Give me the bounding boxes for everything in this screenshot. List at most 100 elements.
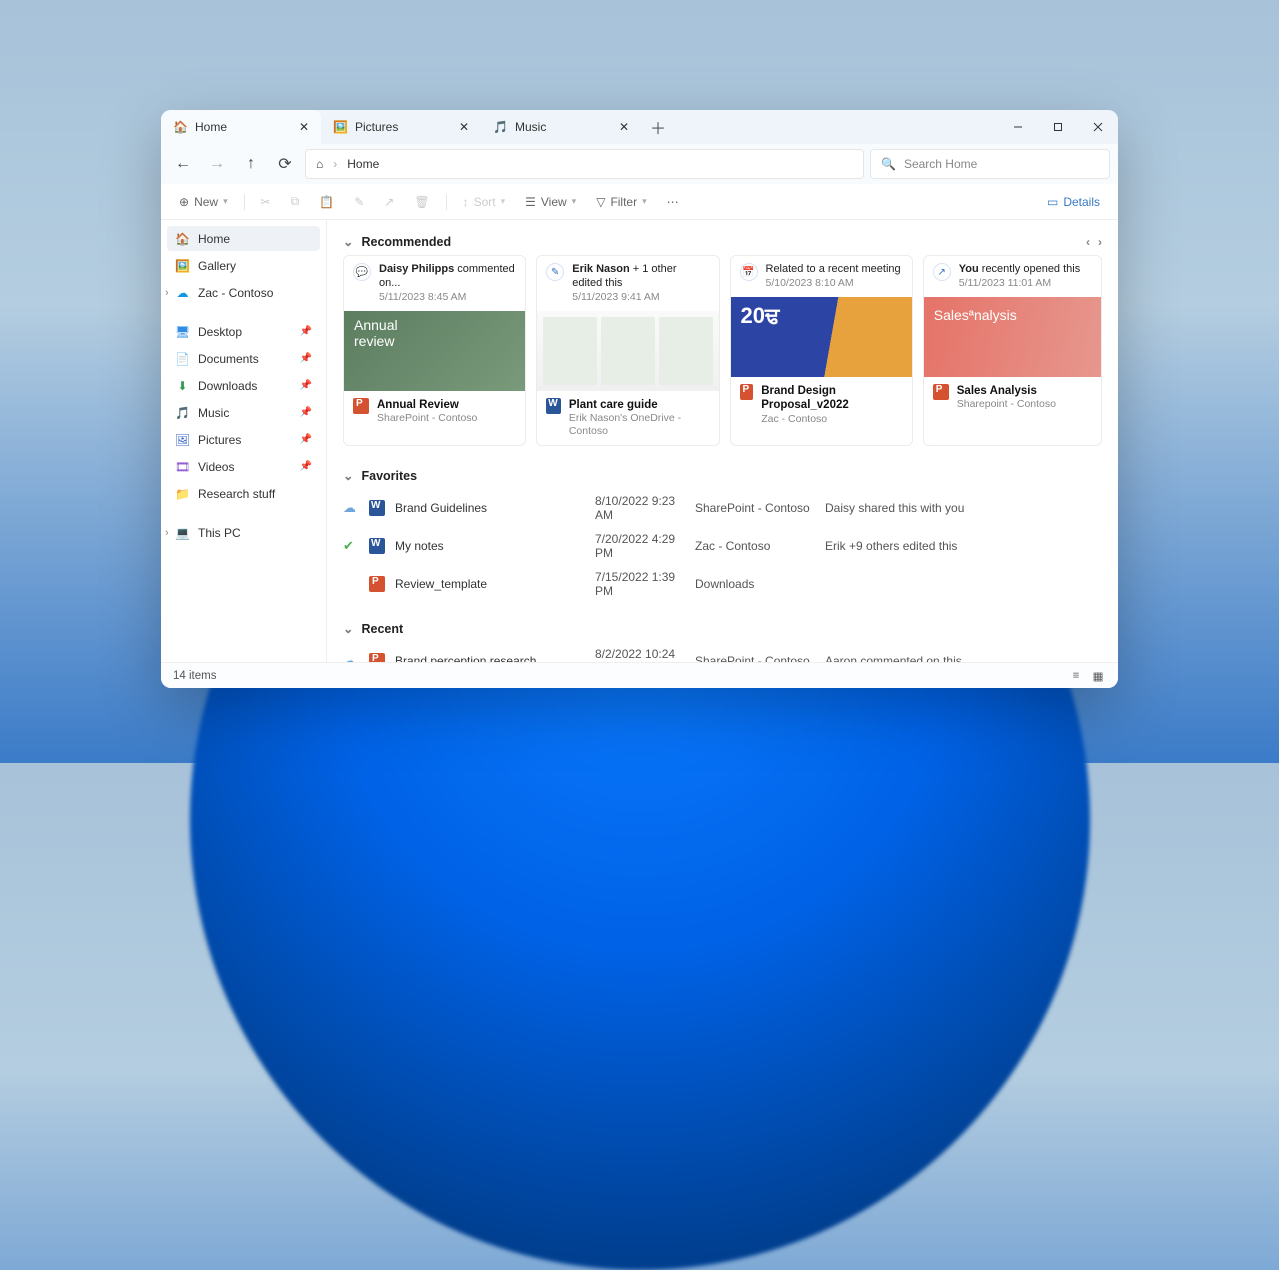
sort-button[interactable]: ↕ Sort ▾: [455, 191, 514, 213]
refresh-button[interactable]: ⟳: [271, 150, 299, 178]
card-event: Related to a recent meeting 5/10/2023 8:…: [766, 263, 901, 290]
recommended-card[interactable]: 📅 Related to a recent meeting 5/10/2023 …: [730, 255, 913, 446]
file-name: Brand perception research: [395, 654, 595, 662]
window-controls: [998, 110, 1118, 144]
address-bar[interactable]: ⌂ › Home: [305, 149, 864, 179]
new-button[interactable]: ⊕ New ▾: [171, 191, 236, 213]
sidebar-item-label: Documents: [198, 352, 259, 366]
rename-button[interactable]: ✎: [346, 191, 372, 213]
check-icon: ✔: [343, 538, 369, 554]
comment-icon: 💬: [353, 263, 371, 281]
details-view-button[interactable]: ≡: [1068, 668, 1084, 684]
new-tab-button[interactable]: ＋: [641, 115, 675, 139]
search-placeholder: Search Home: [904, 157, 977, 171]
sort-icon: ↕: [463, 195, 469, 209]
details-icon: ▭: [1047, 195, 1058, 209]
tab-pictures[interactable]: 🖼️ Pictures ✕: [321, 110, 481, 144]
close-window-button[interactable]: [1078, 110, 1118, 144]
view-label: View: [541, 195, 567, 209]
sidebar: 🏠 Home 🖼️ Gallery ☁ Zac - Contoso 🖥 Desk…: [161, 220, 327, 662]
section-favorites-header[interactable]: ⌄ Favorites: [343, 462, 1102, 489]
tab-close-button[interactable]: ✕: [599, 120, 629, 134]
section-recommended-header[interactable]: ⌄ Recommended ‹ ›: [343, 228, 1102, 255]
recommended-card[interactable]: 💬 Daisy Philipps commented on... 5/11/20…: [343, 255, 526, 446]
body: 🏠 Home 🖼️ Gallery ☁ Zac - Contoso 🖥 Desk…: [161, 220, 1118, 662]
pin-icon: 📌: [300, 407, 312, 418]
sidebar-item-documents[interactable]: 📄 Documents 📌: [167, 346, 320, 371]
tab-label: Pictures: [355, 120, 398, 134]
pictures-icon: 🖼: [175, 432, 190, 447]
delete-button[interactable]: 🗑: [406, 191, 437, 213]
ellipsis-icon: ⋯: [667, 195, 679, 209]
recommended-card[interactable]: ↗ You recently opened this 5/11/2023 11:…: [923, 255, 1102, 446]
list-item[interactable]: Review_template 7/15/2022 1:39 PM Downlo…: [343, 565, 1102, 603]
sidebar-item-this-pc[interactable]: 💻 This PC: [167, 520, 320, 545]
sidebar-item-label: Home: [198, 232, 230, 246]
details-pane-button[interactable]: ▭ Details: [1039, 191, 1108, 213]
search-input[interactable]: 🔍 Search Home: [870, 149, 1110, 179]
sidebar-item-desktop[interactable]: 🖥 Desktop 📌: [167, 319, 320, 344]
list-item[interactable]: ☁ Brand Guidelines 8/10/2022 9:23 AM Sha…: [343, 489, 1102, 527]
more-button[interactable]: ⋯: [659, 191, 687, 213]
maximize-button[interactable]: [1038, 110, 1078, 144]
sidebar-item-downloads[interactable]: ⬇ Downloads 📌: [167, 373, 320, 398]
recommended-scroll: ‹ ›: [1086, 235, 1102, 249]
music-icon: 🎵: [493, 120, 507, 134]
powerpoint-icon: [369, 653, 385, 662]
tab-close-button[interactable]: ✕: [439, 120, 469, 134]
card-preview: [731, 297, 912, 377]
pin-icon: 📌: [300, 461, 312, 472]
edit-icon: ✎: [546, 263, 564, 281]
home-icon: 🏠: [175, 231, 190, 246]
card-event: You recently opened this 5/11/2023 11:01…: [959, 263, 1080, 290]
sidebar-item-home[interactable]: 🏠 Home: [167, 226, 320, 251]
section-recent-header[interactable]: ⌄ Recent: [343, 615, 1102, 642]
file-name: Review_template: [395, 577, 595, 591]
tab-label: Home: [195, 120, 227, 134]
paste-button[interactable]: 📋: [311, 191, 342, 213]
cut-button[interactable]: ✂: [253, 191, 279, 213]
sidebar-item-pictures[interactable]: 🖼 Pictures 📌: [167, 427, 320, 452]
tab-close-button[interactable]: ✕: [279, 120, 309, 134]
details-label: Details: [1063, 195, 1100, 209]
sidebar-item-videos[interactable]: 🎞 Videos 📌: [167, 454, 320, 479]
tab-music[interactable]: 🎵 Music ✕: [481, 110, 641, 144]
back-button[interactable]: ←: [169, 150, 197, 178]
sidebar-item-music[interactable]: 🎵 Music 📌: [167, 400, 320, 425]
minimize-button[interactable]: [998, 110, 1038, 144]
scroll-left-button[interactable]: ‹: [1086, 235, 1090, 249]
chevron-down-icon: ▾: [223, 196, 228, 207]
file-date: 8/10/2022 9:23 AM: [595, 494, 695, 522]
music-icon: 🎵: [175, 405, 190, 420]
sidebar-item-research[interactable]: 📁 Research stuff: [167, 481, 320, 506]
section-title: Recommended: [361, 235, 451, 249]
this-pc-icon: 💻: [175, 525, 190, 540]
chevron-down-icon: ⌄: [343, 234, 353, 249]
up-button[interactable]: ↑: [237, 150, 265, 178]
favorites-list: ☁ Brand Guidelines 8/10/2022 9:23 AM Sha…: [343, 489, 1102, 603]
file-explorer-window: 🏠 Home ✕ 🖼️ Pictures ✕ 🎵 Music ✕ ＋ ← → ↑…: [161, 110, 1118, 688]
sidebar-item-onedrive[interactable]: ☁ Zac - Contoso: [167, 280, 320, 305]
calendar-icon: 📅: [740, 263, 758, 281]
toolbar: ⊕ New ▾ ✂ ⧉ 📋 ✎ ↗ 🗑 ↕ Sort ▾ ☰ View ▾ ▽ …: [161, 184, 1118, 220]
sidebar-item-gallery[interactable]: 🖼️ Gallery: [167, 253, 320, 278]
downloads-icon: ⬇: [175, 378, 190, 393]
filter-button[interactable]: ▽ Filter ▾: [588, 191, 654, 213]
share-button[interactable]: ↗: [376, 191, 402, 213]
card-preview: [924, 297, 1101, 377]
word-icon: [546, 398, 561, 414]
new-label: New: [194, 195, 218, 209]
large-icons-view-button[interactable]: ▦: [1090, 668, 1106, 684]
view-button[interactable]: ☰ View ▾: [517, 191, 584, 213]
recommended-card[interactable]: ✎ Erik Nason + 1 other edited this 5/11/…: [536, 255, 719, 446]
scroll-right-button[interactable]: ›: [1098, 235, 1102, 249]
onedrive-icon: ☁: [175, 285, 190, 300]
tab-home[interactable]: 🏠 Home ✕: [161, 110, 321, 144]
list-item[interactable]: ☁ Brand perception research 8/2/2022 10:…: [343, 642, 1102, 662]
word-icon: [369, 538, 385, 554]
forward-button[interactable]: →: [203, 150, 231, 178]
file-name: My notes: [395, 539, 595, 553]
card-info: Sales Analysis Sharepoint - Contoso: [957, 384, 1056, 412]
copy-button[interactable]: ⧉: [283, 190, 308, 213]
list-item[interactable]: ✔ My notes 7/20/2022 4:29 PM Zac - Conto…: [343, 527, 1102, 565]
